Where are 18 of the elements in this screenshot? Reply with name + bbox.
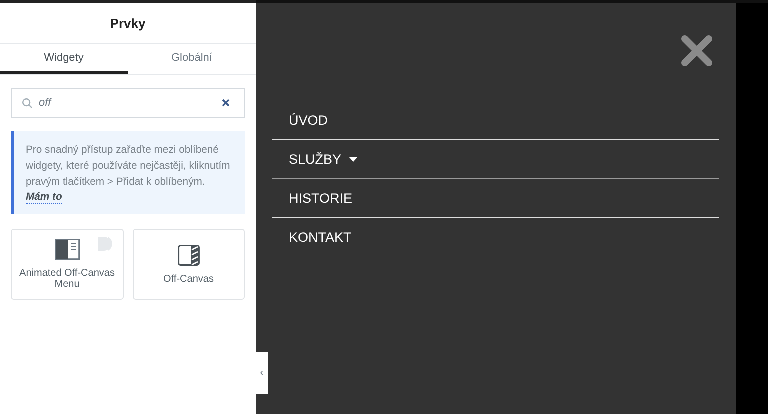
widget-card[interactable]: Animated Off-Canvas Menu xyxy=(11,229,124,300)
dismiss-link[interactable]: Mám to xyxy=(26,192,62,204)
sidebar-layout-icon xyxy=(54,239,80,260)
tab[interactable]: Widgety xyxy=(0,44,128,74)
widget-label: Off-Canvas xyxy=(164,274,214,284)
menu-item[interactable]: SLUŽBY xyxy=(289,152,358,166)
search-field[interactable]: off xyxy=(11,88,245,118)
tab[interactable]: Globální xyxy=(128,44,256,74)
notice-text: Pro snadný přístup zařaďte mezi oblíbené widgety, které používáte nejčastěji, kliknutím pravým tlačítkem > Přidat k oblíbeným. xyxy=(26,144,232,190)
panel-layout-icon xyxy=(178,244,200,266)
menu-item[interactable]: KONTAKT xyxy=(289,230,352,244)
menu-item[interactable]: HISTORIE xyxy=(289,190,353,206)
collapse-button[interactable]: ‹ xyxy=(256,352,268,394)
menu-item[interactable]: ÚVOD xyxy=(289,112,328,128)
widget-label: Animated Off-Canvas Menu xyxy=(18,268,116,290)
widget-card[interactable]: Off-Canvas xyxy=(132,229,245,300)
close-icon[interactable] xyxy=(681,35,713,67)
clear-icon[interactable] xyxy=(222,99,230,107)
